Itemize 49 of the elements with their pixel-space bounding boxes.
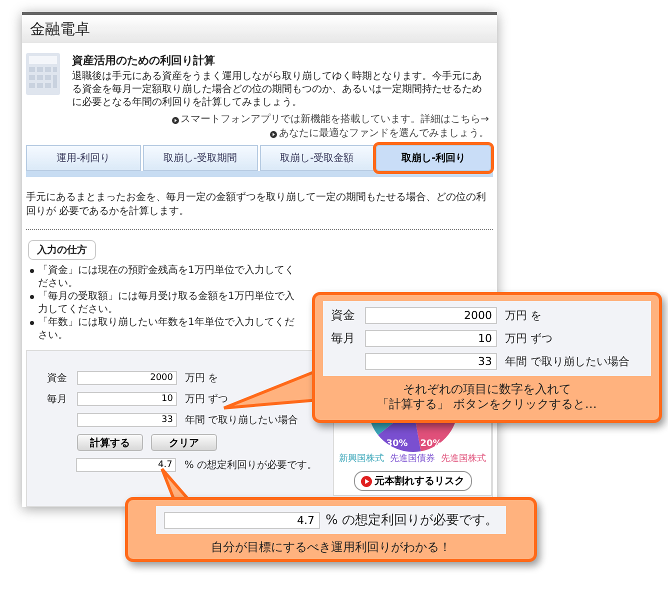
- field-label: 毎月: [47, 393, 68, 406]
- link[interactable]: スマートフォンアプリでは新機能を搭載しています。詳細はこちら→: [180, 113, 489, 127]
- unit-label: 年間 で取り崩したい場合: [185, 414, 298, 427]
- result-field[interactable]: 4.7: [164, 512, 320, 528]
- unit-label: 年間 で取り崩したい場合: [505, 354, 630, 369]
- intro-paragraph: 退職後は手元にある資産をうまく運用しながら取り崩してゆく時期となります。今手元にある資金を毎月一定額取り崩した場合どの位の期間もつのか、あるいは一定期間持たせるために必要となる年間の利回りを計算してみましょう。: [72, 70, 483, 109]
- field-label: 資金: [47, 372, 68, 385]
- result-label: % の想定利回りが必要です。: [184, 458, 317, 472]
- link[interactable]: あなたに最適なファンドを選んでみましょう。: [279, 127, 489, 141]
- input-field[interactable]: 2000: [77, 371, 177, 385]
- bullet-icon: [30, 295, 34, 299]
- arrow-circle-icon: [270, 130, 277, 138]
- instruction-item: 「毎月の受取額」には毎月受け取る金額を1万円単位で入力してください。: [38, 290, 296, 316]
- tab[interactable]: 取崩し-受取金額: [260, 145, 374, 171]
- tab[interactable]: 運用-利回り: [26, 145, 141, 171]
- input-field[interactable]: 33: [77, 413, 177, 427]
- result-field[interactable]: 4.7: [76, 458, 176, 472]
- input-field[interactable]: 33: [365, 353, 497, 370]
- unit-label: 万円 を: [185, 372, 218, 385]
- howto-label: 入力の仕方: [28, 240, 96, 260]
- unit-label: 万円 を: [505, 308, 542, 323]
- tab[interactable]: 取崩し-受取期間: [142, 145, 258, 171]
- page-title: 金融電卓: [30, 20, 90, 38]
- field-label: 資金: [331, 307, 356, 324]
- description-text: 手元にあるまとまったお金を、毎月一定の金額ずつを取り崩して一定の期間もたせる場合、どの位の利回りが 必要であるかを計算します。: [25, 190, 487, 219]
- field-label: 毎月: [331, 330, 356, 347]
- tab[interactable]: 取崩し-利回り: [376, 145, 491, 171]
- arrow-circle-icon: [172, 116, 179, 124]
- unit-label: 万円 ずつ: [185, 392, 228, 406]
- input-field[interactable]: 10: [365, 330, 497, 347]
- callout-caption: 自分が目標にするべき運用利回りがわかる！: [210, 539, 452, 555]
- play-icon: [360, 476, 372, 486]
- section-title: 資産活用のための利回り計算: [72, 53, 216, 68]
- form-button[interactable]: クリア: [151, 434, 217, 451]
- form-button[interactable]: 計算する: [77, 434, 143, 451]
- legend-label: 先進国株式: [441, 452, 486, 465]
- legend-label: 先進国債券: [390, 452, 435, 465]
- instruction-item: 「資金」には現在の預貯金残高を1万円単位で入力してください。: [38, 264, 296, 290]
- unit-label: 万円 ずつ: [505, 331, 552, 346]
- legend-label: 新興国株式: [339, 452, 384, 465]
- bullet-icon: [30, 269, 34, 273]
- result-label: % の想定利回りが必要です。: [326, 512, 498, 529]
- bullet-icon: [30, 321, 34, 325]
- risk-button[interactable]: 元本割れするリスク: [354, 471, 472, 491]
- calculator-icon: [26, 53, 60, 95]
- callout-caption: それぞれの項目に数字を入れて 「計算する」 ボタンをクリックすると…: [376, 381, 598, 412]
- instruction-item: 「年数」には取り崩したい年数を1年単位で入力してください。: [38, 316, 296, 342]
- input-field[interactable]: 10: [77, 392, 177, 406]
- input-field[interactable]: 2000: [365, 307, 497, 324]
